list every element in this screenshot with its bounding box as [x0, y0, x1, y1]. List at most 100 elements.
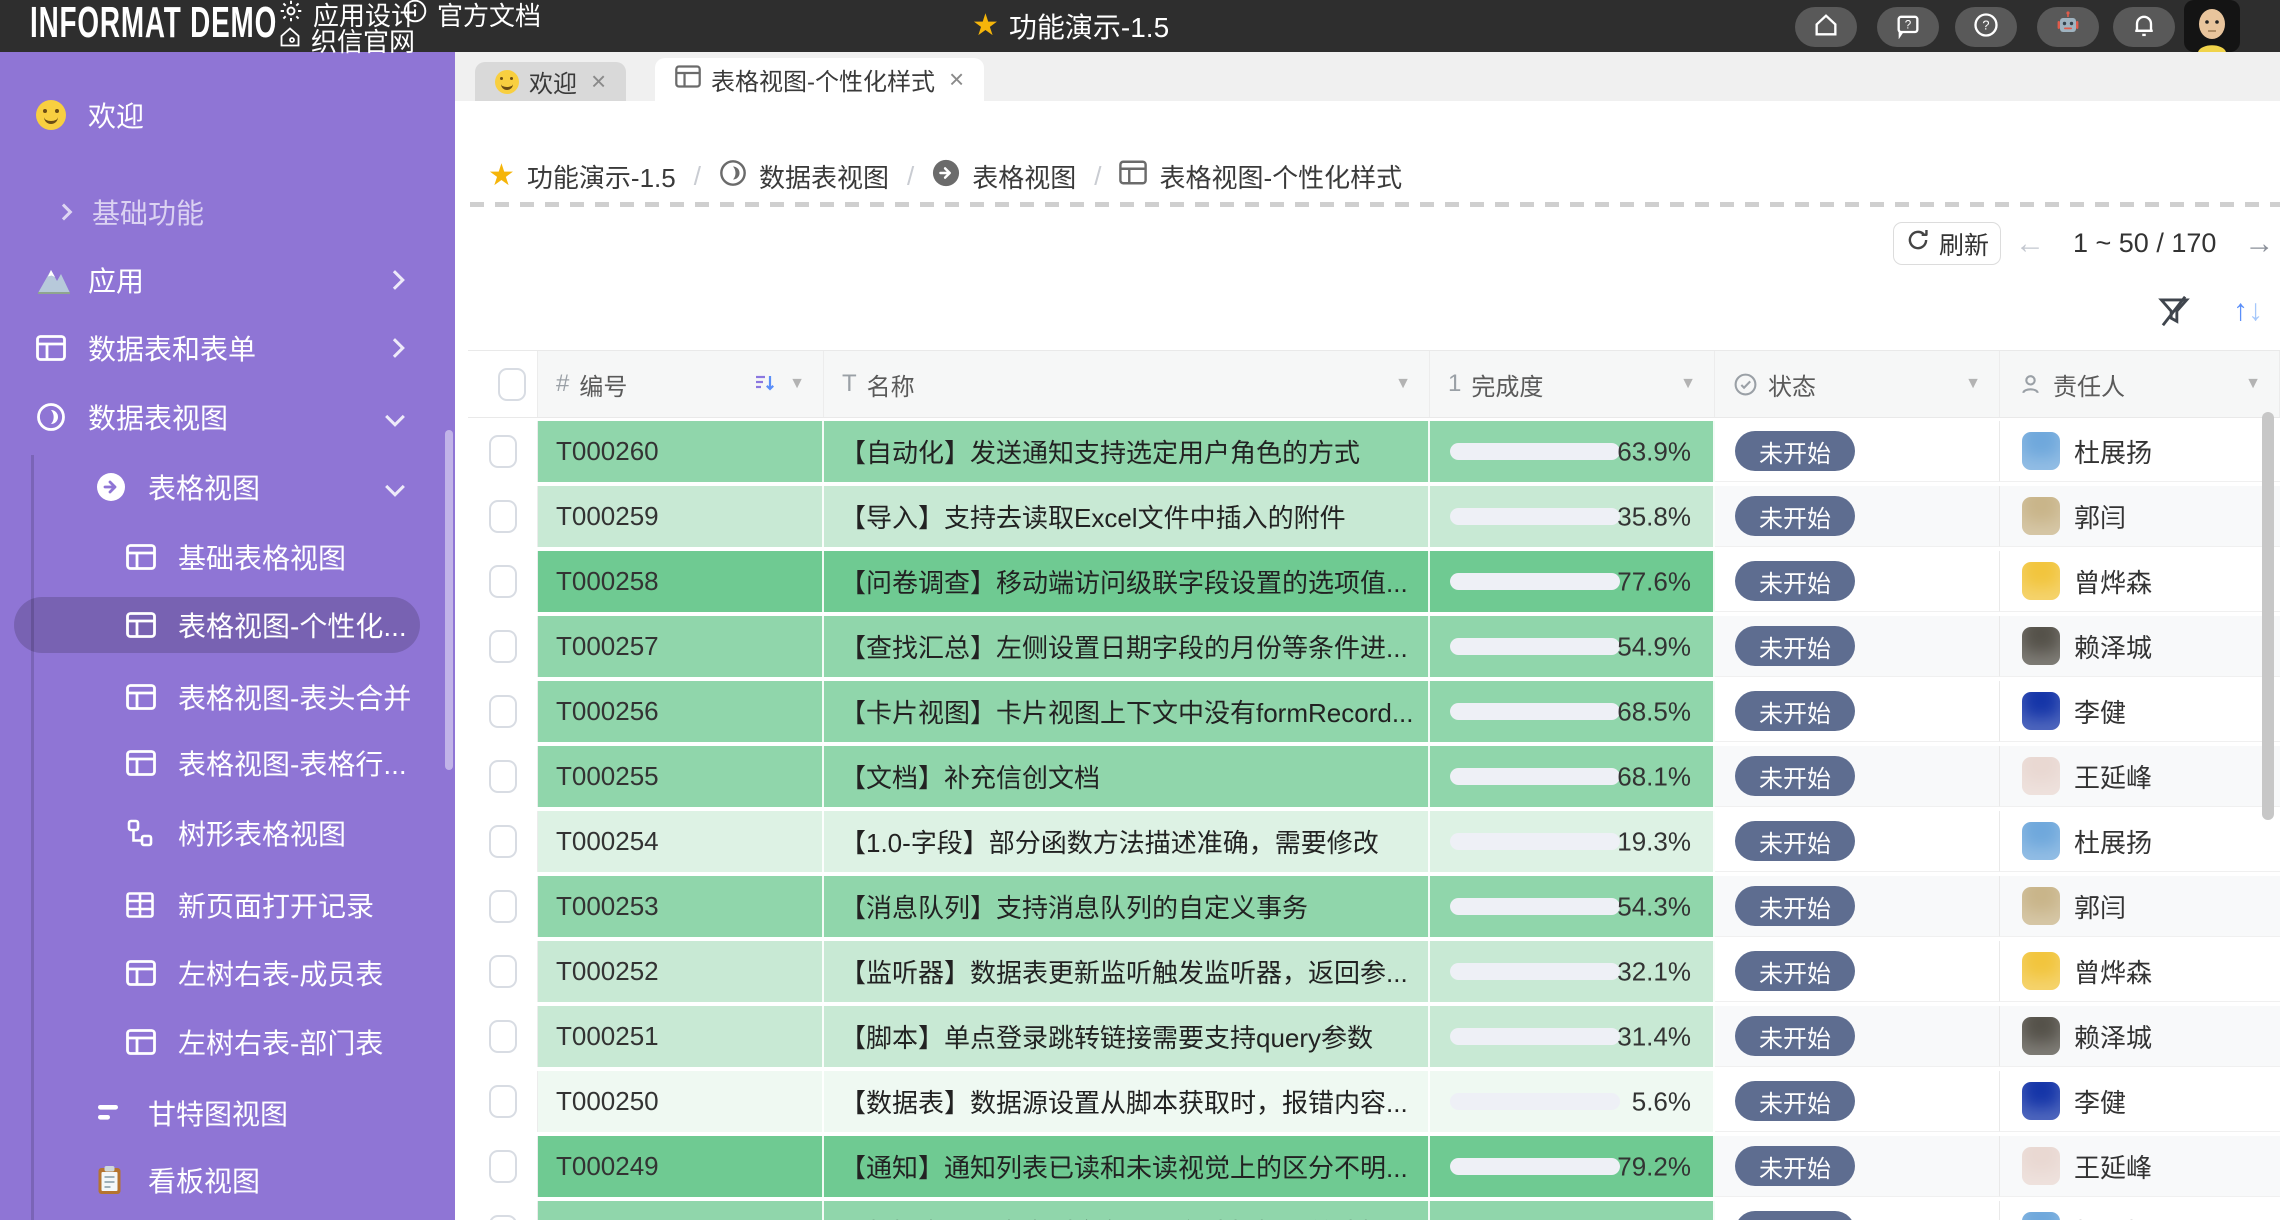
sidebar-item-4[interactable]: 数据表视图 — [0, 389, 447, 445]
sidebar-item-0[interactable]: 欢迎 — [0, 87, 447, 143]
column-dropdown-icon[interactable]: ▼ — [789, 375, 805, 393]
column-header-3[interactable]: 状态▼ — [1715, 351, 2000, 417]
row-checkbox[interactable] — [489, 955, 517, 988]
sidebar-item-label: 新页面打开记录 — [178, 885, 374, 925]
id-cell: T000258 — [538, 551, 824, 612]
sidebar-item-15[interactable]: 看板视图 — [0, 1152, 447, 1208]
feedback-button[interactable]: ? — [1877, 7, 1939, 47]
status-cell: 未开始 — [1715, 811, 2000, 872]
tab-welcome[interactable]: 欢迎 × — [475, 62, 626, 101]
progress-cell: 79.2% — [1430, 1136, 1715, 1197]
person-cell: 赖泽城 — [2000, 616, 2280, 677]
sidebar-item-14[interactable]: 甘特图视图 — [0, 1085, 447, 1141]
number-icon: 1 — [1448, 370, 1461, 398]
prev-page-icon[interactable]: ← — [2015, 227, 2045, 261]
sidebar-item-2[interactable]: 应用 — [0, 252, 447, 308]
table-row-T000251[interactable]: T000251【脚本】单点登录跳转链接需要支持query参数31.4%未开始赖泽… — [468, 1006, 2280, 1067]
column-header-4[interactable]: 责任人▼ — [2000, 351, 2280, 417]
breadcrumb-item-current[interactable]: 表格视图-个性化样式 — [1119, 158, 1402, 195]
tab-table-view-custom-style[interactable]: 表格视图-个性化样式 × — [655, 58, 984, 101]
sidebar-item-12[interactable]: 左树右表-成员表 — [0, 945, 447, 1001]
sidebar-item-3[interactable]: 数据表和表单 — [0, 320, 447, 376]
clear-filter-icon[interactable] — [2155, 292, 2195, 332]
sidebar-item-11[interactable]: 新页面打开记录 — [0, 877, 447, 933]
column-dropdown-icon[interactable]: ▼ — [2245, 375, 2261, 393]
avatar — [2022, 822, 2060, 860]
table-row-T000257[interactable]: T000257【查找汇总】左侧设置日期字段的月份等条件进...54.9%未开始赖… — [468, 616, 2280, 677]
table-row-T000260[interactable]: T000260【自动化】发送通知支持选定用户角色的方式63.9%未开始杜展扬 — [468, 421, 2280, 482]
row-checkbox[interactable] — [489, 435, 517, 468]
topbar-link-docs[interactable]: 官方文档 — [402, 0, 541, 28]
user-avatar[interactable] — [2184, 0, 2240, 52]
name-cell: 【查找汇总】左侧设置日期字段的月份等条件进... — [824, 616, 1430, 677]
row-checkbox[interactable] — [489, 1085, 517, 1118]
table-row-T000255[interactable]: T000255【文档】补充信创文档68.1%未开始王延峰 — [468, 746, 2280, 807]
table-row-T000253[interactable]: T000253【消息队列】支持消息队列的自定义事务54.3%未开始郭闫 — [468, 876, 2280, 937]
topbar-link-label: 官方文档 — [437, 0, 541, 33]
sidebar-item-10[interactable]: 树形表格视图 — [0, 805, 447, 861]
chevron-right-icon[interactable] — [385, 338, 405, 358]
row-checkbox[interactable] — [489, 695, 517, 728]
row-checkbox[interactable] — [489, 630, 517, 663]
chevron-down-icon[interactable] — [385, 407, 405, 427]
refresh-button[interactable]: 刷新 — [1893, 222, 2001, 265]
close-icon[interactable]: × — [591, 66, 606, 97]
topbar-link-website[interactable]: 织信官网 — [278, 27, 415, 53]
notifications-button[interactable] — [2113, 7, 2175, 47]
row-checkbox[interactable] — [489, 565, 517, 598]
table-row-T000252[interactable]: T000252【监听器】数据表更新监听触发监听器，返回参...32.1%未开始曾… — [468, 941, 2280, 1002]
breadcrumb-item-app[interactable]: ★ 功能演示-1.5 — [488, 158, 676, 195]
row-checkbox[interactable] — [489, 1020, 517, 1053]
column-dropdown-icon[interactable]: ▼ — [1395, 375, 1411, 393]
row-checkbox[interactable] — [489, 825, 517, 858]
row-checkbox[interactable] — [489, 500, 517, 533]
sort-updown-icon[interactable]: ↑↓ — [2233, 294, 2280, 330]
column-dropdown-icon[interactable]: ▼ — [1680, 375, 1696, 393]
assistant-button[interactable] — [2037, 7, 2099, 47]
person-icon — [2018, 372, 2043, 397]
close-icon[interactable]: × — [949, 64, 964, 95]
table-row-T000248[interactable]: T000248【数据表】列表类型字段设置有选择框和单选框后65.9%未开始杜展扬 — [468, 1201, 2280, 1220]
chevron-down-icon[interactable] — [385, 477, 405, 497]
help-button[interactable]: ? — [1955, 7, 2017, 47]
table-row-T000259[interactable]: T000259【导入】支持去读取Excel文件中插入的附件35.8%未开始郭闫 — [468, 486, 2280, 547]
avatar — [2022, 1017, 2060, 1055]
status-badge: 未开始 — [1735, 1146, 1855, 1186]
table-row-T000256[interactable]: T000256【卡片视图】卡片视图上下文中没有formRecord...68.5… — [468, 681, 2280, 742]
progress-bar — [1450, 1158, 1620, 1175]
table-row-T000254[interactable]: T000254【1.0-字段】部分函数方法描述准确，需要修改19.3%未开始杜展… — [468, 811, 2280, 872]
table-row-T000258[interactable]: T000258【问卷调查】移动端访问级联字段设置的选项值...77.6%未开始曾… — [468, 551, 2280, 612]
progress-cell: 65.9% — [1430, 1201, 1715, 1220]
select-all-checkbox[interactable] — [498, 368, 526, 401]
row-checkbox[interactable] — [489, 890, 517, 923]
column-header-0[interactable]: #编号▼ — [538, 351, 824, 417]
breadcrumb-item-table-view[interactable]: 表格视图 — [932, 158, 1076, 195]
column-dropdown-icon[interactable]: ▼ — [1965, 375, 1981, 393]
progress-bar — [1450, 1028, 1620, 1045]
home-button[interactable] — [1795, 7, 1857, 47]
sidebar-item-8[interactable]: 表格视图-表头合并 — [0, 669, 447, 725]
smiley-icon — [36, 100, 78, 130]
sidebar-item-6[interactable]: 基础表格视图 — [0, 529, 447, 585]
column-header-2[interactable]: 1完成度▼ — [1430, 351, 1715, 417]
row-checkbox[interactable] — [489, 1215, 517, 1220]
table-row-T000249[interactable]: T000249【通知】通知列表已读和未读视觉上的区分不明...79.2%未开始王… — [468, 1136, 2280, 1197]
table-scrollbar[interactable] — [2262, 412, 2274, 820]
table-row-T000250[interactable]: T000250【数据表】数据源设置从脚本获取时，报错内容...5.6%未开始李健 — [468, 1071, 2280, 1132]
next-page-icon[interactable]: → — [2244, 227, 2274, 261]
row-checkbox[interactable] — [489, 1150, 517, 1183]
breadcrumb-item-data-views[interactable]: 数据表视图 — [719, 158, 889, 195]
sidebar-scrollbar[interactable] — [445, 430, 453, 770]
sidebar-item-9[interactable]: 表格视图-表格行... — [0, 735, 447, 791]
sort-desc-icon[interactable] — [753, 371, 777, 402]
sidebar-item-7[interactable]: 表格视图-个性化... — [14, 597, 420, 653]
sidebar-item-5[interactable]: 表格视图 — [0, 459, 447, 515]
column-header-1[interactable]: T名称▼ — [824, 351, 1430, 417]
sidebar-item-1[interactable]: 基础功能 — [0, 184, 447, 240]
sidebar-item-13[interactable]: 左树右表-部门表 — [0, 1014, 447, 1070]
row-checkbox-cell — [468, 811, 538, 872]
chevron-right-icon[interactable] — [385, 270, 405, 290]
grid-icon — [126, 892, 168, 918]
top-bar: INFORMAT DEMO 应用设计 官方文档 织信官网 ★ 功能演示-1.5 … — [0, 0, 2280, 52]
row-checkbox[interactable] — [489, 760, 517, 793]
